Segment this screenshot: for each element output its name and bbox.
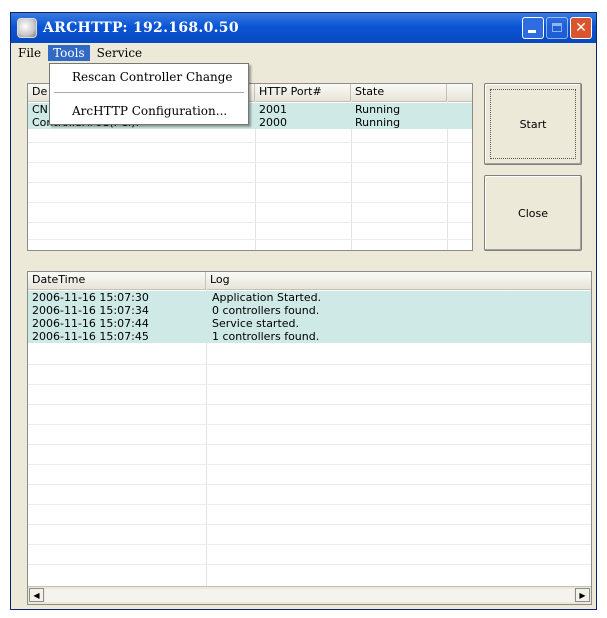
log-list-header: DateTime Log xyxy=(28,272,591,290)
row-gridline xyxy=(28,444,591,445)
window-title: ARCHTTP: 192.168.0.50 xyxy=(43,20,239,36)
close-icon: ✕ xyxy=(575,20,587,36)
log-message: 1 controllers found. xyxy=(212,330,320,343)
archttp-app-icon xyxy=(17,18,37,38)
row-gridline xyxy=(28,484,591,485)
scroll-right-button[interactable]: ▶ xyxy=(575,588,590,602)
log-datetime: 2006-11-16 15:07:34 xyxy=(32,304,149,317)
close-window-button[interactable]: ✕ xyxy=(570,17,592,39)
close-button-label: Close xyxy=(518,206,548,220)
controller-state: Running xyxy=(355,116,401,129)
scroll-right-arrow-icon: ▶ xyxy=(579,590,586,600)
log-row[interactable]: 2006-11-16 15:07:44 Service started. xyxy=(28,317,591,330)
scroll-left-arrow-icon: ◀ xyxy=(33,590,40,600)
maximize-icon xyxy=(552,23,562,32)
close-button[interactable]: Close xyxy=(484,175,582,251)
menu-file[interactable]: File xyxy=(13,45,46,61)
row-gridline xyxy=(28,564,591,565)
column-header-http-port[interactable]: HTTP Port# xyxy=(255,84,351,101)
row-gridline xyxy=(28,544,591,545)
focus-rectangle xyxy=(490,89,576,159)
row-gridline xyxy=(28,239,472,240)
row-gridline xyxy=(28,424,591,425)
minimize-icon xyxy=(528,30,536,33)
row-gridline xyxy=(28,222,472,223)
menu-bar: File Tools Service xyxy=(11,43,596,63)
column-header-blank xyxy=(447,84,472,101)
start-button[interactable]: Start xyxy=(484,83,582,165)
minimize-button[interactable] xyxy=(522,17,544,39)
menu-service[interactable]: Service xyxy=(92,45,148,61)
row-gridline xyxy=(28,504,591,505)
row-gridline xyxy=(28,182,472,183)
log-list[interactable]: DateTime Log 2006-11-16 15:07:30 Applica… xyxy=(27,271,592,605)
menu-tools[interactable]: Tools xyxy=(48,45,90,61)
app-window: ARCHTTP: 192.168.0.50 ✕ File Tools Servi… xyxy=(10,12,597,610)
horizontal-scrollbar[interactable]: ◀ ▶ xyxy=(28,586,591,604)
window-controls: ✕ xyxy=(522,17,592,39)
row-gridline xyxy=(28,464,591,465)
menu-item-archttp-configuration[interactable]: ArcHTTP Configuration... xyxy=(72,104,227,118)
log-message: Application Started. xyxy=(212,291,322,304)
row-gridline xyxy=(28,524,591,525)
controller-state: Running xyxy=(355,103,401,116)
log-row[interactable]: 2006-11-16 15:07:45 1 controllers found. xyxy=(28,330,591,343)
row-gridline xyxy=(28,202,472,203)
menu-separator xyxy=(54,92,244,93)
log-message: Service started. xyxy=(212,317,300,330)
maximize-button[interactable] xyxy=(546,17,568,39)
controller-port: 2000 xyxy=(259,116,287,129)
log-message: 0 controllers found. xyxy=(212,304,320,317)
log-row[interactable]: 2006-11-16 15:07:34 0 controllers found. xyxy=(28,304,591,317)
log-row[interactable]: 2006-11-16 15:07:30 Application Started. xyxy=(28,291,591,304)
tools-dropdown-menu: Rescan Controller Change ArcHTTP Configu… xyxy=(49,63,249,125)
log-datetime: 2006-11-16 15:07:44 xyxy=(32,317,149,330)
scroll-left-button[interactable]: ◀ xyxy=(29,588,44,602)
log-datetime: 2006-11-16 15:07:45 xyxy=(32,330,149,343)
row-gridline xyxy=(28,162,472,163)
column-header-state[interactable]: State xyxy=(351,84,447,101)
controller-port: 2001 xyxy=(259,103,287,116)
column-header-log[interactable]: Log xyxy=(206,272,591,289)
column-header-datetime[interactable]: DateTime xyxy=(28,272,206,289)
scroll-track[interactable] xyxy=(45,589,574,602)
row-gridline xyxy=(28,364,591,365)
title-bar[interactable]: ARCHTTP: 192.168.0.50 ✕ xyxy=(11,13,596,43)
menu-item-rescan-controller-change[interactable]: Rescan Controller Change xyxy=(72,70,233,84)
row-gridline xyxy=(28,404,591,405)
row-gridline xyxy=(28,142,472,143)
log-datetime: 2006-11-16 15:07:30 xyxy=(32,291,149,304)
row-gridline xyxy=(28,384,591,385)
